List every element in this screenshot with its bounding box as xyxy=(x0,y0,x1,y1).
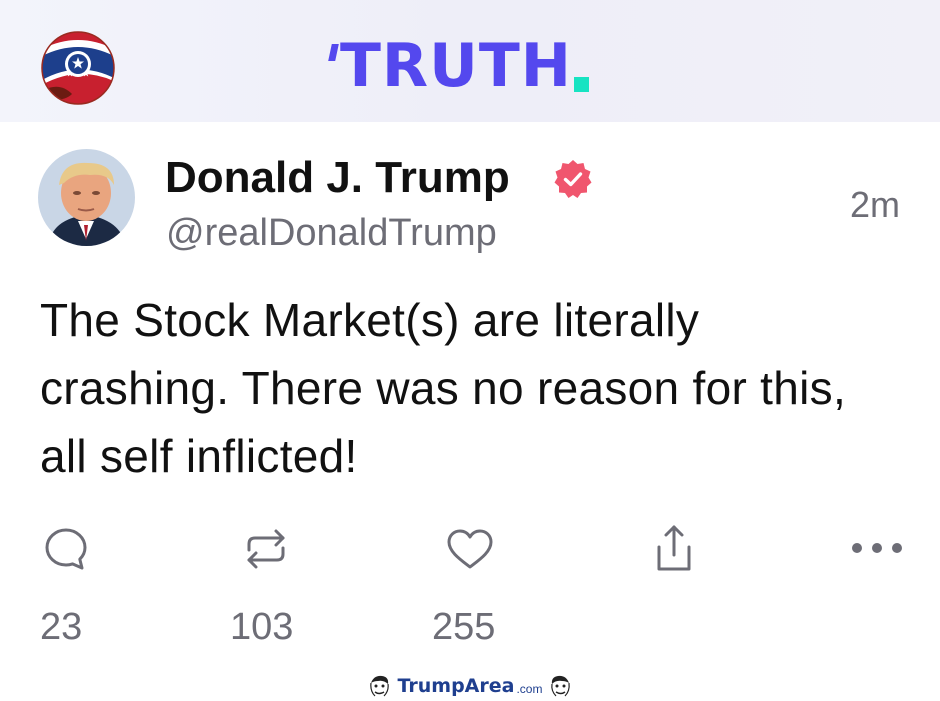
logo-tick-mark xyxy=(328,44,339,61)
retruth-button[interactable] xyxy=(240,523,292,575)
display-name[interactable]: Donald J. Trump xyxy=(165,152,510,204)
caricature-face-icon xyxy=(366,674,391,698)
caricature-face-icon xyxy=(549,674,574,698)
watermark: TrumpArea .com xyxy=(0,672,940,700)
retruth-icon xyxy=(247,529,285,569)
truth-logo[interactable]: TRUTH xyxy=(328,31,589,101)
logo-text: TRUTH xyxy=(340,31,572,101)
like-count: 255 xyxy=(432,606,496,648)
user-handle[interactable]: @realDonaldTrump xyxy=(166,210,497,256)
heart-icon xyxy=(447,529,493,569)
more-icon[interactable] xyxy=(850,540,904,556)
profile-flag-avatar[interactable] xyxy=(40,30,116,106)
watermark-text: TrumpArea xyxy=(397,675,515,697)
user-avatar[interactable] xyxy=(38,149,135,246)
reply-icon xyxy=(45,528,87,570)
reply-count: 23 xyxy=(40,606,83,648)
verified-badge-icon xyxy=(554,160,592,198)
app-header: TRUTH xyxy=(0,0,940,122)
reply-button[interactable] xyxy=(40,523,92,575)
watermark-suffix: .com xyxy=(516,682,543,696)
like-button[interactable] xyxy=(444,523,496,575)
post-timestamp[interactable]: 2m xyxy=(850,184,900,226)
logo-dot xyxy=(574,77,589,92)
retruth-count: 103 xyxy=(230,606,294,648)
share-button[interactable] xyxy=(648,523,700,575)
share-icon xyxy=(657,525,691,571)
post-text: The Stock Market(s) are literally crashi… xyxy=(40,294,847,482)
